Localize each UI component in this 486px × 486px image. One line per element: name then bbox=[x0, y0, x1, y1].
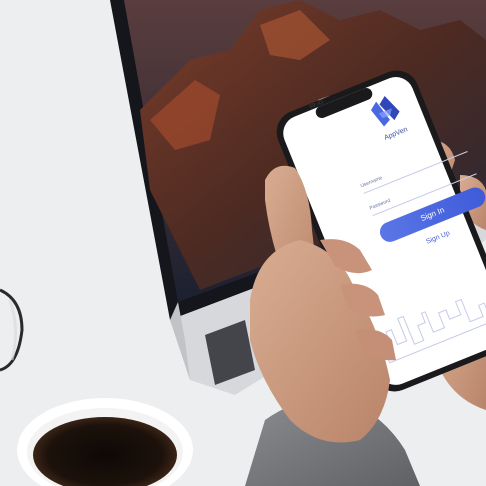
sign-up-link[interactable]: Sign Up bbox=[425, 230, 451, 246]
status-bar-time: 09:41 bbox=[308, 99, 326, 111]
photo-scene: 09:41 AppVen Username Password Sign In S… bbox=[0, 0, 486, 486]
username-underline bbox=[363, 151, 468, 194]
